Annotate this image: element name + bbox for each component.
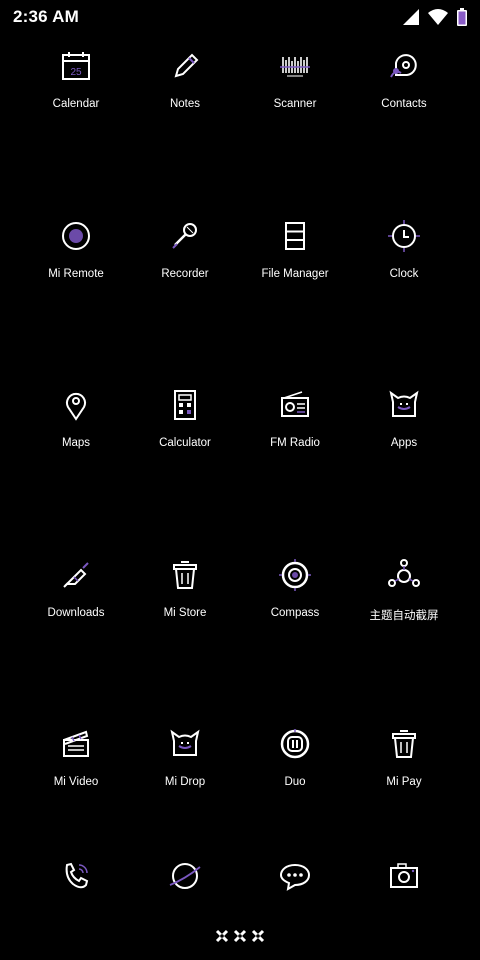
app-mi-remote[interactable]: Mi Remote: [21, 218, 131, 308]
remote-icon: [59, 219, 93, 258]
app-label: Apps: [390, 437, 418, 449]
clapperboard-icon: [59, 727, 93, 766]
pager-dot-icon[interactable]: [233, 929, 247, 943]
app-label: Contacts: [381, 98, 427, 110]
calendar-day-number: 25: [70, 67, 82, 78]
app-calculator[interactable]: Calculator: [130, 387, 240, 477]
share-nodes-icon: [387, 558, 421, 597]
dock: [0, 858, 480, 902]
app-recorder[interactable]: Recorder: [130, 218, 240, 308]
pager-dot-icon[interactable]: [215, 929, 229, 943]
map-pin-icon: [59, 388, 93, 427]
pager-dot-icon[interactable]: [251, 929, 265, 943]
trash-bin-icon: [168, 558, 202, 597]
app-label: Calculator: [159, 437, 211, 449]
mi-bunny-icon: [387, 388, 421, 427]
app-label: Maps: [61, 437, 91, 449]
app-label: Mi Video: [53, 776, 99, 788]
app-clock[interactable]: Clock: [349, 218, 459, 308]
status-time: 2:36 AM: [13, 7, 79, 26]
dock-phone[interactable]: [21, 858, 131, 898]
contacts-icon: [387, 49, 421, 88]
phone-icon: [59, 859, 93, 898]
dock-camera[interactable]: [349, 858, 459, 898]
wifi-icon: [428, 9, 448, 25]
app-label: Mi Pay: [386, 776, 422, 788]
pencil-icon: [168, 49, 202, 88]
app-mi-drop[interactable]: Mi Drop: [130, 726, 240, 816]
dock-messaging[interactable]: [240, 858, 350, 898]
app-calendar[interactable]: 25 Calendar: [21, 48, 131, 138]
app-contacts[interactable]: Contacts: [349, 48, 459, 138]
app-label: 主题自动截屏: [369, 610, 439, 622]
app-label: File Manager: [261, 268, 329, 280]
mi-bunny-icon: [168, 727, 202, 766]
app-mi-store[interactable]: Mi Store: [130, 557, 240, 647]
app-label: Downloads: [47, 607, 105, 619]
microphone-icon: [168, 219, 202, 258]
app-label: Scanner: [273, 98, 317, 110]
app-duo[interactable]: Duo: [240, 726, 350, 816]
app-maps[interactable]: Maps: [21, 387, 131, 477]
app-label: Clock: [389, 268, 419, 280]
app-apps[interactable]: Apps: [349, 387, 459, 477]
calculator-icon: [168, 388, 202, 427]
download-icon: [59, 558, 93, 597]
signal-icon: [402, 9, 420, 25]
file-cabinet-icon: [278, 219, 312, 258]
app-mi-video[interactable]: Mi Video: [21, 726, 131, 816]
scanner-icon: [278, 49, 312, 88]
duo-icon: [278, 727, 312, 766]
app-mi-pay[interactable]: Mi Pay: [349, 726, 459, 816]
app-downloads[interactable]: Downloads: [21, 557, 131, 647]
app-fm-radio[interactable]: FM Radio: [240, 387, 350, 477]
compass-icon: [278, 558, 312, 597]
app-label: Compass: [270, 607, 320, 619]
app-notes[interactable]: Notes: [130, 48, 240, 138]
app-label: Notes: [169, 98, 201, 110]
battery-icon: [456, 8, 468, 26]
app-file-manager[interactable]: File Manager: [240, 218, 350, 308]
app-label: FM Radio: [270, 437, 320, 449]
app-scanner[interactable]: Scanner: [240, 48, 350, 138]
app-theme-screenshot[interactable]: 主题自动截屏: [349, 557, 459, 647]
app-label: Mi Store: [163, 607, 207, 619]
status-bar: 2:36 AM: [0, 0, 480, 34]
browser-planet-icon: [168, 859, 202, 898]
dock-browser[interactable]: [130, 858, 240, 898]
app-label: Duo: [284, 776, 306, 788]
app-label: Recorder: [161, 268, 209, 280]
radio-icon: [278, 388, 312, 427]
page-indicator[interactable]: [0, 929, 480, 943]
calendar-icon: 25: [59, 49, 93, 88]
app-compass[interactable]: Compass: [240, 557, 350, 647]
app-label: Mi Remote: [48, 268, 104, 280]
camera-icon: [387, 859, 421, 898]
app-label: Mi Drop: [164, 776, 206, 788]
status-icons: [402, 8, 468, 26]
message-bubble-icon: [278, 859, 312, 898]
trash-bin-icon: [387, 727, 421, 766]
clock-icon: [387, 219, 421, 258]
app-label: Calendar: [52, 98, 100, 110]
